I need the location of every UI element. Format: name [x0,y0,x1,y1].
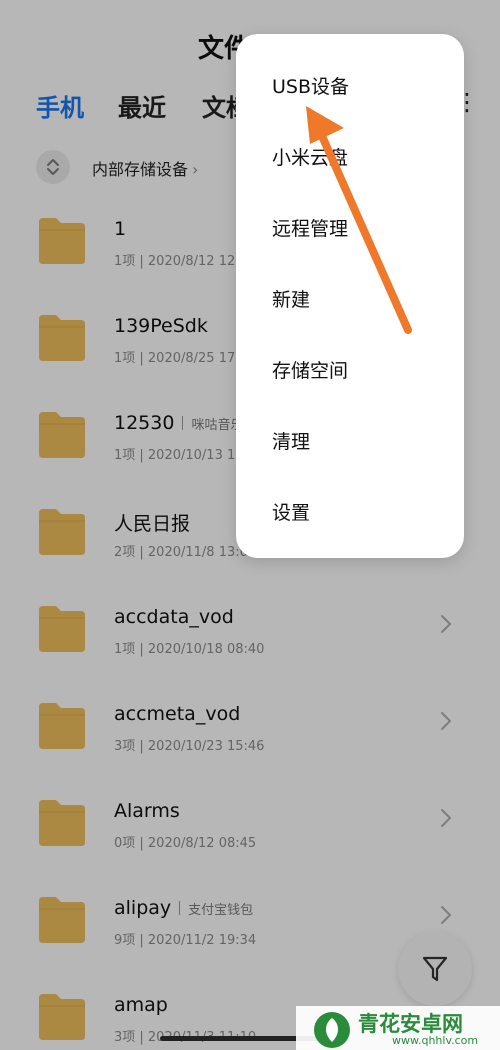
annotation-arrow [306,106,412,334]
watermark: 青花安卓网 www.qhhlv.com [296,1006,500,1050]
file-manager-screen: 文件管理 手机 最近 文档 ⋮ 内部存储设备› 1 1项 | 2020/8/12… [0,0,500,1050]
watermark-logo-icon [314,1012,350,1048]
watermark-url: www.qhhlv.com [392,1034,479,1047]
